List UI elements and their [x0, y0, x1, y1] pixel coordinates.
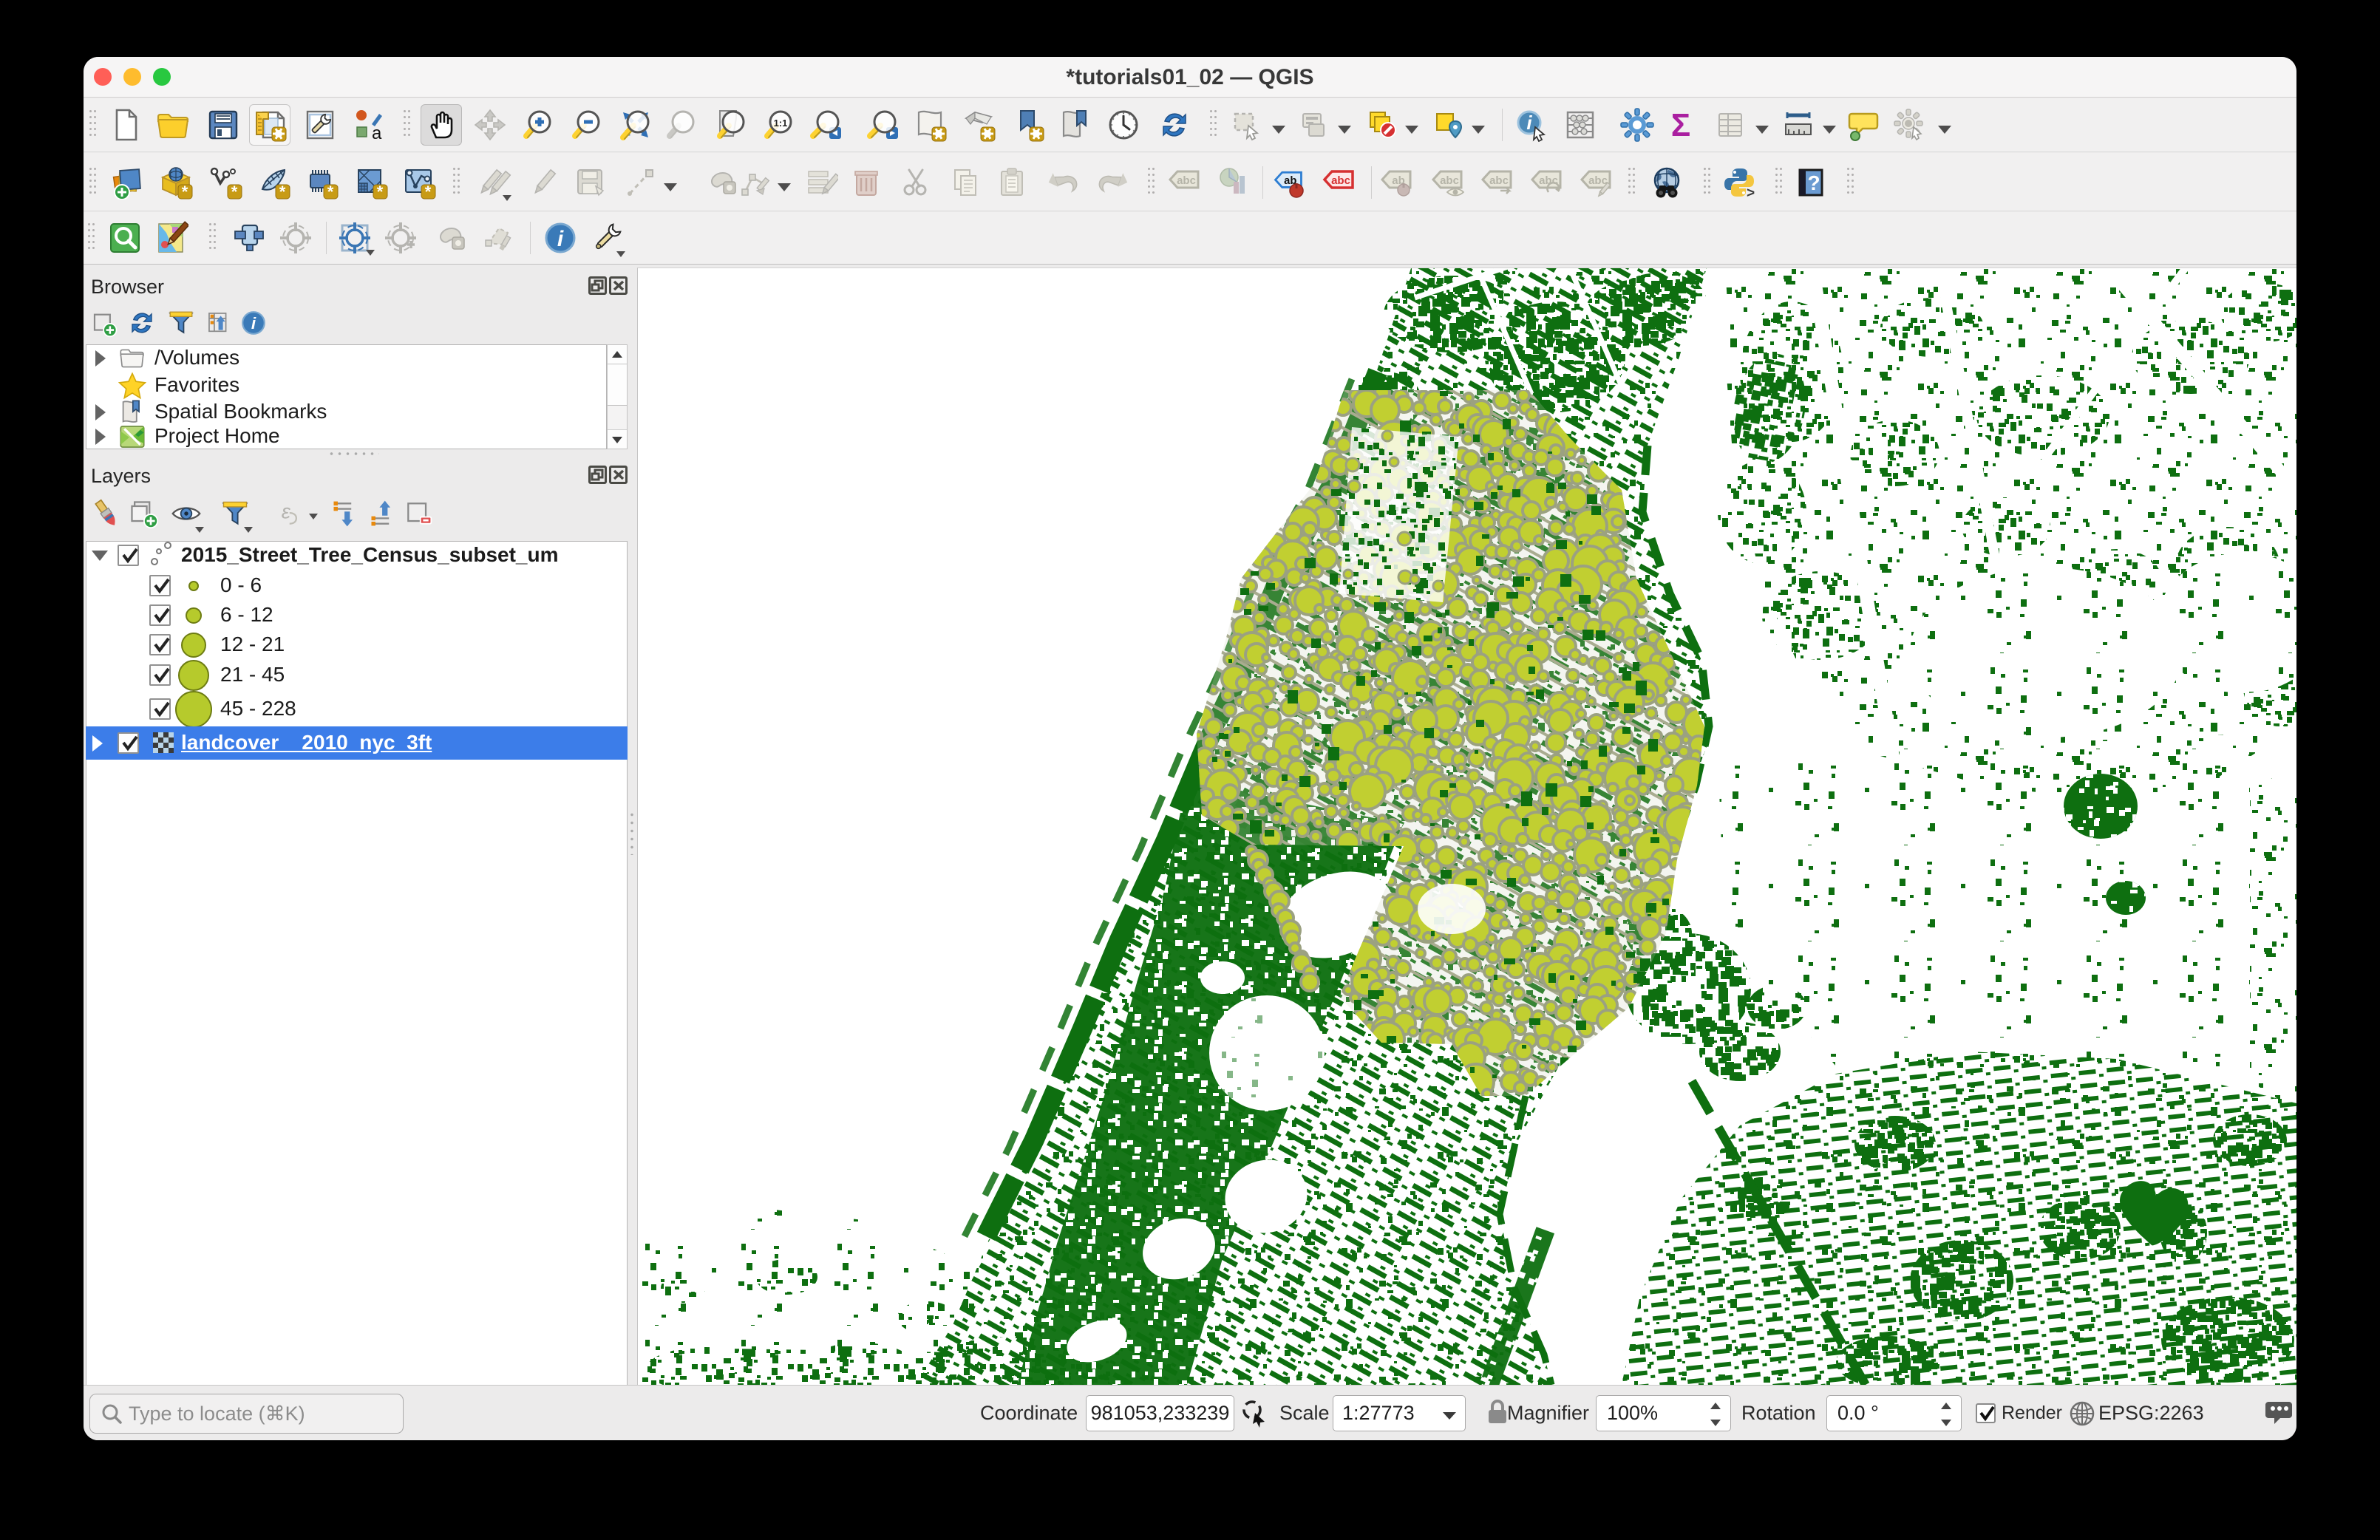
- svg-text:*: *: [377, 183, 384, 200]
- svg-text:*: *: [327, 183, 334, 200]
- svg-text:*: *: [182, 183, 188, 200]
- svg-text:*: *: [279, 183, 286, 200]
- svg-text:abc: abc: [1177, 174, 1196, 187]
- svg-text:>: >: [1747, 185, 1755, 200]
- svg-text:?: ?: [1807, 171, 1820, 194]
- svg-text:a: a: [372, 123, 382, 142]
- svg-text:Σ: Σ: [1671, 108, 1690, 142]
- svg-text:abc: abc: [1588, 174, 1608, 187]
- svg-text:abc: abc: [1440, 174, 1459, 187]
- svg-text:i: i: [557, 227, 564, 251]
- svg-text:i: i: [251, 314, 256, 333]
- svg-text:i: i: [1526, 112, 1532, 134]
- svg-text:ε: ε: [282, 500, 291, 522]
- svg-text:1:1: 1:1: [774, 117, 788, 129]
- svg-text:abc: abc: [1331, 174, 1350, 187]
- svg-text:abc: abc: [1489, 174, 1509, 187]
- svg-text:*: *: [425, 183, 432, 200]
- svg-text:*: *: [231, 183, 238, 200]
